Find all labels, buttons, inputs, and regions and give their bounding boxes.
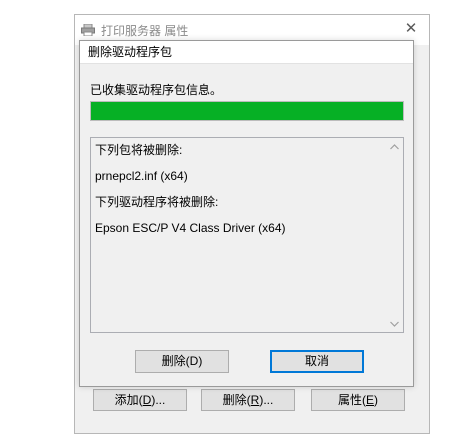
status-text: 已收集驱动程序包信息。 <box>90 83 223 97</box>
remove-driver-package-dialog: 删除驱动程序包 已收集驱动程序包信息。 下列包将被删除: prnepcl2.in… <box>79 40 414 387</box>
dialog-title: 删除驱动程序包 <box>80 41 413 64</box>
properties-button-row: 添加(D)... 删除(R)... 属性(E) <box>93 389 413 411</box>
vertical-scrollbar[interactable] <box>386 138 403 332</box>
cancel-button[interactable]: 取消 <box>270 350 364 373</box>
progress-bar-fill <box>91 102 403 120</box>
list-line-drivers-heading: 下列驱动程序将被删除: <box>95 195 219 209</box>
list-line-driver-name: Epson ESC/P V4 Class Driver (x64) <box>95 221 286 235</box>
printer-icon <box>81 24 95 36</box>
progress-bar <box>90 101 404 121</box>
driver-properties-button[interactable]: 属性(E) <box>311 389 405 411</box>
chevron-down-icon[interactable] <box>386 315 403 332</box>
package-list-box[interactable]: 下列包将被删除: prnepcl2.inf (x64) 下列驱动程序将被删除: … <box>90 137 404 333</box>
remove-driver-button[interactable]: 删除(R)... <box>201 389 295 411</box>
package-list-content: 下列包将被删除: prnepcl2.inf (x64) 下列驱动程序将被删除: … <box>95 144 385 248</box>
chevron-up-icon[interactable] <box>386 138 403 155</box>
list-line-packages-heading: 下列包将被删除: <box>95 143 183 157</box>
delete-button[interactable]: 删除(D) <box>135 350 229 373</box>
close-icon[interactable]: ✕ <box>403 21 419 37</box>
window-title: 打印服务器 属性 <box>101 23 189 38</box>
add-driver-button[interactable]: 添加(D)... <box>93 389 187 411</box>
list-line-package-name: prnepcl2.inf (x64) <box>95 169 188 183</box>
